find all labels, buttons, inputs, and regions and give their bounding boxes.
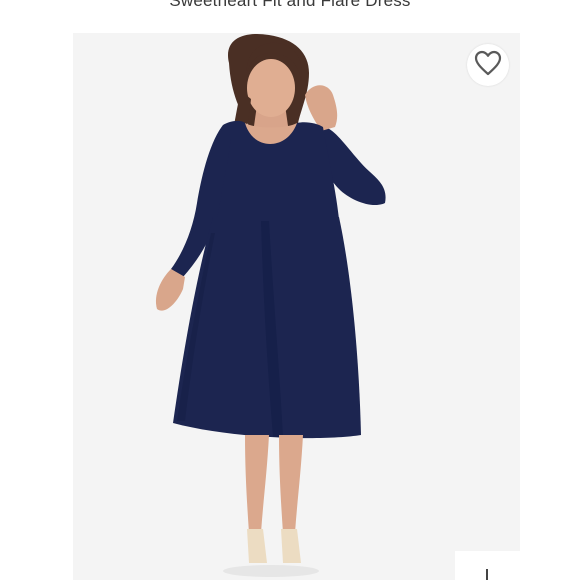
- heart-outline-icon: [474, 50, 502, 81]
- model-illustration: [155, 33, 386, 577]
- corner-tick: [486, 569, 488, 580]
- product-image[interactable]: [73, 33, 520, 580]
- corner-card: [455, 551, 580, 580]
- wishlist-button[interactable]: [467, 44, 509, 86]
- product-title: Sweetheart Fit and Flare Dress: [169, 0, 411, 10]
